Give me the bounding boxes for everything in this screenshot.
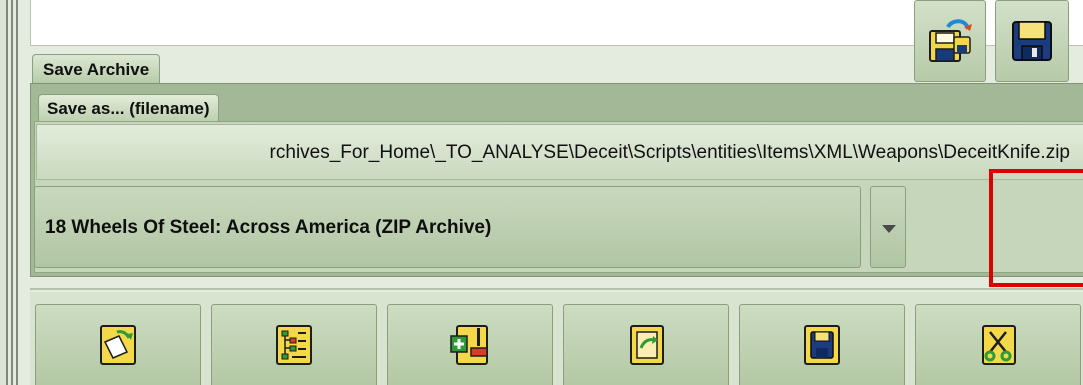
floppy-disk-icon (1010, 19, 1054, 63)
filename-value: rchives_For_Home\_TO_ANALYSE\Deceit\Scri… (269, 142, 1070, 163)
left-divider (6, 0, 8, 385)
file-list-button[interactable] (211, 304, 377, 385)
tab-save-archive[interactable]: Save Archive (32, 54, 161, 84)
tree-list-icon (271, 322, 317, 368)
left-divider (11, 0, 13, 385)
disk-convert-icon (926, 17, 974, 65)
floppy-disk-icon (799, 322, 845, 368)
save-button[interactable] (995, 0, 1069, 82)
filename-field[interactable]: rchives_For_Home\_TO_ANALYSE\Deceit\Scri… (36, 124, 1083, 180)
section-divider (30, 288, 1083, 290)
open-archive-button[interactable] (35, 304, 201, 385)
left-divider (16, 0, 18, 385)
convert-save-button[interactable] (914, 0, 986, 82)
add-remove-icon (447, 322, 493, 368)
save-button-highlight (989, 169, 1083, 287)
cut-icon (975, 322, 1021, 368)
archive-format-select[interactable]: 18 Wheels Of Steel: Across America (ZIP … (34, 186, 861, 268)
add-remove-button[interactable] (387, 304, 553, 385)
extract-button[interactable] (563, 304, 729, 385)
cut-button[interactable] (915, 304, 1081, 385)
extract-icon (623, 322, 669, 368)
format-dropdown-button[interactable] (870, 186, 906, 268)
save-toolbar-button[interactable] (739, 304, 905, 385)
tab-save-as-filename[interactable]: Save as... (filename) (38, 94, 219, 122)
chevron-down-icon (882, 225, 896, 233)
open-archive-icon (95, 322, 141, 368)
